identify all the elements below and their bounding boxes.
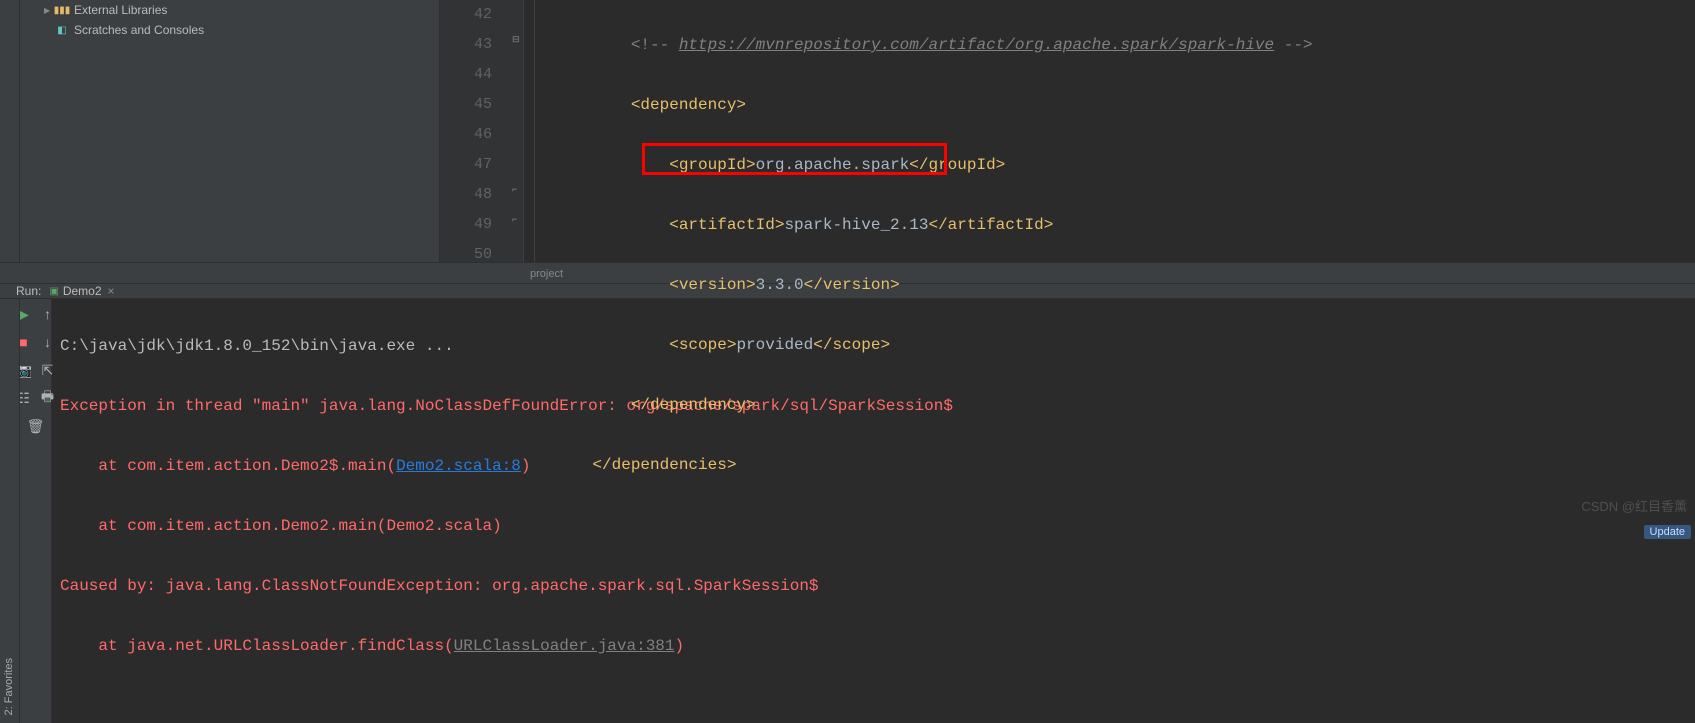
code-content[interactable]: <!-- https://mvnrepository.com/artifact/… — [554, 0, 1695, 262]
run-toolbar: ▶ ↑ ■ ↓ 📷 ⇱ ☷ 🖶 🗑 — [20, 299, 52, 723]
fold-end-icon[interactable]: ⌐ — [512, 214, 522, 224]
watermark: CSDN @红目香薰 — [1581, 496, 1687, 515]
delete-icon[interactable]: 🗑 — [25, 415, 47, 437]
fold-end-icon[interactable]: ⌐ — [512, 184, 522, 194]
run-tab-label: Demo2 — [63, 284, 102, 298]
left-side-tabs[interactable]: 2: Favorites — [0, 299, 20, 723]
fold-gutter[interactable]: ⊟ ⌐ ⌐ — [510, 0, 524, 262]
tree-item-libraries[interactable]: ▶ ▮▮▮ External Libraries — [20, 0, 439, 20]
stack-link[interactable]: Demo2.scala:8 — [396, 457, 521, 475]
scratches-icon: ◧ — [54, 23, 70, 37]
line-gutter: 42 43 44 45 46 47 48 49 50 — [440, 0, 510, 262]
run-tab[interactable]: ▣ Demo2 × — [41, 284, 122, 298]
project-tree[interactable]: ▶ ▮▮▮ External Libraries ◧ Scratches and… — [20, 0, 440, 262]
tree-label: Scratches and Consoles — [74, 23, 204, 37]
side-tool-left — [0, 0, 20, 262]
close-icon[interactable]: × — [108, 284, 115, 298]
tree-item-scratches[interactable]: ◧ Scratches and Consoles — [20, 20, 439, 40]
stack-link-gray[interactable]: URLClassLoader.java:381 — [454, 637, 675, 655]
favorites-tab[interactable]: 2: Favorites — [3, 658, 15, 715]
indent-guide — [534, 0, 535, 262]
code-editor[interactable]: 42 43 44 45 46 47 48 49 50 ⊟ ⌐ ⌐ <!-- ht… — [440, 0, 1695, 262]
run-config-icon: ▣ — [49, 286, 58, 297]
chevron-right-icon: ▶ — [44, 6, 54, 15]
update-button[interactable]: Update — [1644, 525, 1691, 539]
run-title: Run: — [16, 284, 41, 298]
library-icon: ▮▮▮ — [54, 3, 70, 17]
tree-label: External Libraries — [74, 3, 167, 17]
fold-marker-icon[interactable]: ⊟ — [512, 34, 522, 44]
